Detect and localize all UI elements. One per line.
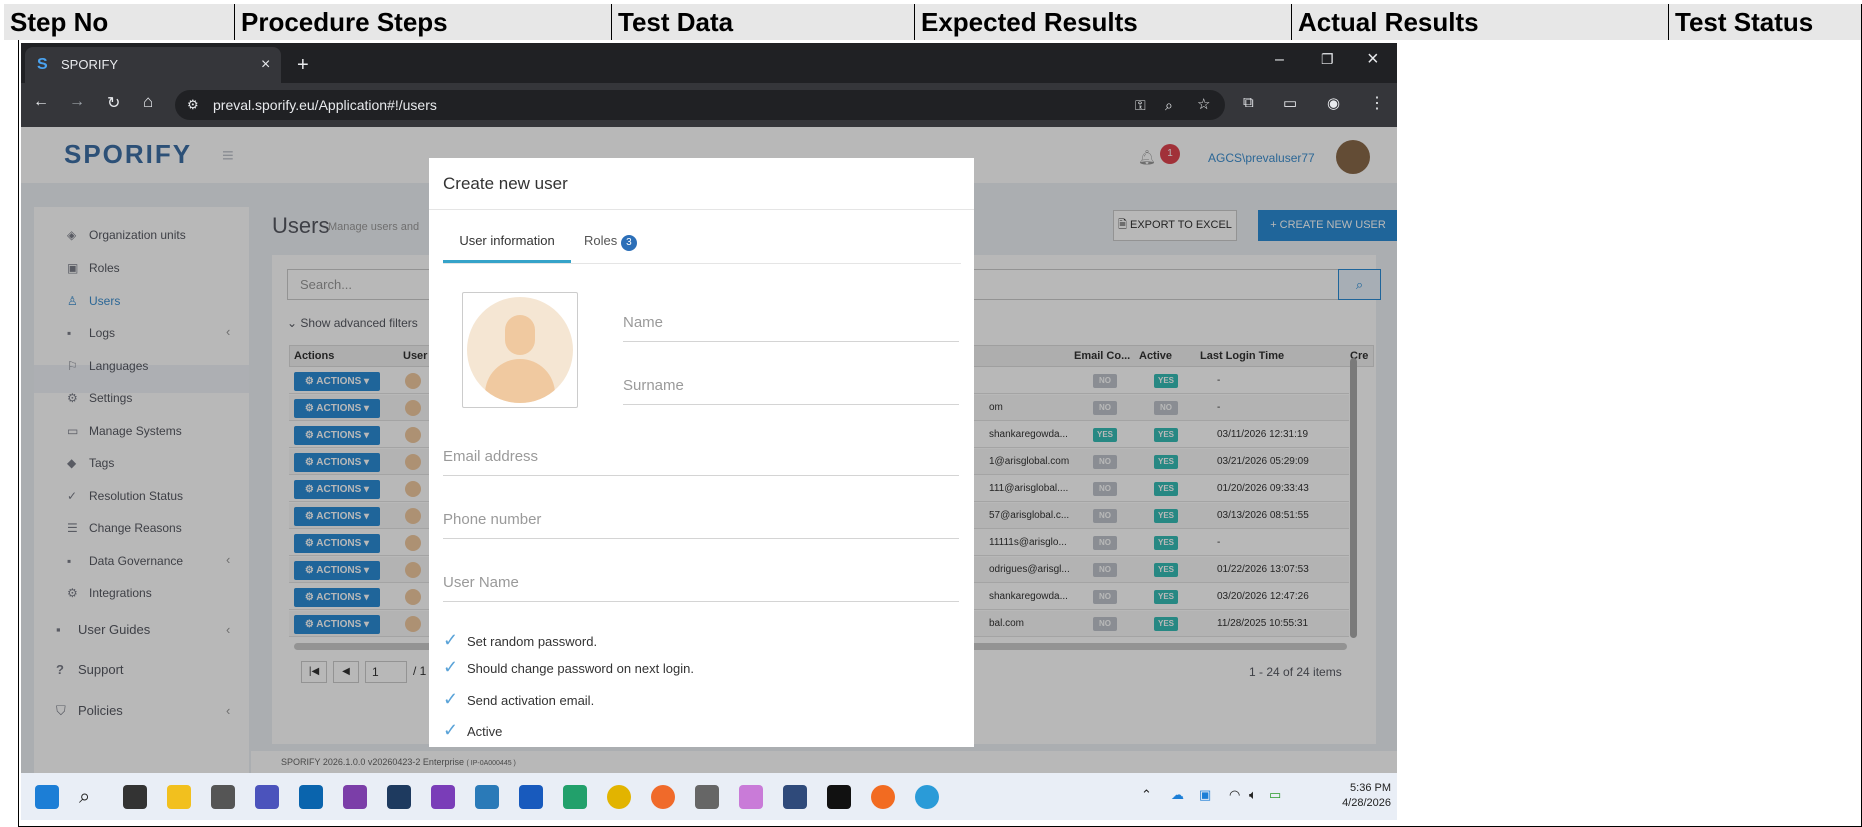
home-icon[interactable]: ⌂	[143, 92, 153, 112]
key-icon[interactable]: ⚿	[1135, 90, 1146, 120]
tab-user-information[interactable]: User information	[443, 233, 571, 263]
app-dark-icon[interactable]	[387, 785, 411, 809]
zoom-icon[interactable]: ⌕	[1165, 90, 1173, 120]
address-bar: ← → ↻ ⌂ ⚙ preval.sporify.eu/Application#…	[21, 83, 1397, 127]
surname-field[interactable]: Surname	[623, 377, 959, 405]
back-icon[interactable]: ←	[33, 93, 49, 111]
restore-icon[interactable]: ❐	[1321, 51, 1334, 68]
reading-list-icon[interactable]: ▭	[1283, 94, 1297, 112]
name-field[interactable]: Name	[623, 314, 959, 342]
modal-divider	[429, 209, 974, 210]
calculator-icon[interactable]	[695, 785, 719, 809]
avatar-head	[505, 315, 535, 355]
taskbar: ⌕ ⌃ ☁ ▣ ◠ 🔈︎ ▭ 5:36 PM 4/28/2026	[21, 773, 1397, 820]
checkbox-label: Should change password on next login.	[467, 661, 694, 676]
phone-field[interactable]: Phone number	[443, 511, 959, 539]
checkmark-icon: ✓	[443, 720, 459, 740]
header-procedure-steps: Procedure Steps	[235, 4, 612, 40]
task-view-icon[interactable]	[123, 785, 147, 809]
site-info-icon[interactable]: ⚙	[187, 90, 199, 120]
new-tab-icon[interactable]: +	[297, 47, 309, 83]
create-user-modal: Create new user User information Roles 3…	[429, 158, 974, 747]
browser-tab[interactable]: S SPORIFY ×	[25, 47, 281, 83]
avatar-shoulders	[485, 359, 555, 403]
checkbox-label: Send activation email.	[467, 693, 595, 708]
header-expected-results: Expected Results	[915, 4, 1292, 40]
active-checkbox[interactable]: ✓ Active	[443, 720, 502, 741]
header-actual-results: Actual Results	[1292, 4, 1669, 40]
teams-icon[interactable]	[255, 785, 279, 809]
onenote-icon[interactable]	[431, 785, 455, 809]
profile-icon[interactable]: ◉	[1327, 94, 1340, 112]
tab-divider	[443, 263, 961, 264]
tab-roles-label: Roles	[584, 233, 618, 248]
outlook-icon[interactable]	[299, 785, 323, 809]
app-blue-icon[interactable]	[915, 785, 939, 809]
header-step-no: Step No	[4, 4, 235, 40]
search-icon[interactable]: ⌕	[79, 785, 103, 809]
windows-start-icon[interactable]	[35, 785, 59, 809]
set-random-password-checkbox[interactable]: ✓ Set random password.	[443, 630, 597, 651]
app-tray-icon[interactable]: ▣	[1199, 787, 1211, 803]
extensions-icon[interactable]: ⧉	[1243, 94, 1254, 111]
chrome-icon[interactable]	[607, 785, 631, 809]
profile-picture-box[interactable]	[462, 292, 578, 408]
star-icon[interactable]: ☆	[1197, 90, 1210, 120]
snipping-tool-icon[interactable]	[739, 785, 763, 809]
reload-icon[interactable]: ↻	[107, 93, 120, 113]
sporify-favicon-icon: S	[37, 56, 48, 73]
volume-icon[interactable]: 🔈︎	[1249, 787, 1257, 803]
tab-roles[interactable]: Roles 3	[584, 233, 637, 251]
edge-icon[interactable]	[563, 785, 587, 809]
checkmark-icon: ✓	[443, 689, 459, 709]
close-window-icon[interactable]: ×	[1367, 48, 1379, 71]
header-test-status: Test Status	[1669, 4, 1862, 40]
system-clock[interactable]: 5:36 PM 4/28/2026	[1321, 781, 1391, 811]
clock-date: 4/28/2026	[1342, 797, 1391, 809]
avatar-placeholder-icon	[467, 297, 573, 403]
modal-title: Create new user	[443, 174, 568, 193]
send-activation-email-checkbox[interactable]: ✓ Send activation email.	[443, 689, 594, 710]
postgres-icon[interactable]	[783, 785, 807, 809]
file-explorer-icon[interactable]	[167, 785, 191, 809]
url-text: preval.sporify.eu/Application#!/users	[213, 97, 437, 113]
browser-tab-strip: S SPORIFY × + – ❐ ×	[21, 43, 1397, 83]
roles-count-badge: 3	[620, 235, 637, 251]
chevron-up-icon[interactable]: ⌃	[1141, 787, 1152, 803]
clock-app-icon[interactable]	[211, 785, 235, 809]
firefox-icon[interactable]	[651, 785, 675, 809]
change-password-checkbox[interactable]: ✓ Should change password on next login.	[443, 657, 694, 678]
notepad-icon[interactable]	[475, 785, 499, 809]
checkmark-icon: ✓	[443, 630, 459, 650]
word-icon[interactable]	[519, 785, 543, 809]
browser-tab-title: SPORIFY	[61, 57, 119, 72]
checkbox-label: Active	[467, 724, 503, 739]
app-purple-icon[interactable]	[343, 785, 367, 809]
menu-dots-icon[interactable]: ⋮	[1369, 93, 1385, 113]
intellij-icon[interactable]	[827, 785, 851, 809]
clock-time: 5:36 PM	[1350, 782, 1391, 794]
postman-icon[interactable]	[871, 785, 895, 809]
username-field[interactable]: User Name	[443, 574, 959, 602]
minimize-icon[interactable]: –	[1275, 51, 1284, 69]
close-tab-icon[interactable]: ×	[261, 47, 270, 83]
email-field[interactable]: Email address	[443, 448, 959, 476]
checkbox-label: Set random password.	[467, 634, 598, 649]
header-test-data: Test Data	[612, 4, 915, 40]
wifi-icon[interactable]: ◠	[1229, 787, 1240, 803]
url-input[interactable]: ⚙ preval.sporify.eu/Application#!/users …	[175, 90, 1225, 120]
checkmark-icon: ✓	[443, 657, 459, 677]
onedrive-icon[interactable]: ☁	[1171, 787, 1184, 803]
forward-icon[interactable]: →	[69, 93, 85, 111]
battery-icon[interactable]: ▭	[1269, 787, 1281, 803]
